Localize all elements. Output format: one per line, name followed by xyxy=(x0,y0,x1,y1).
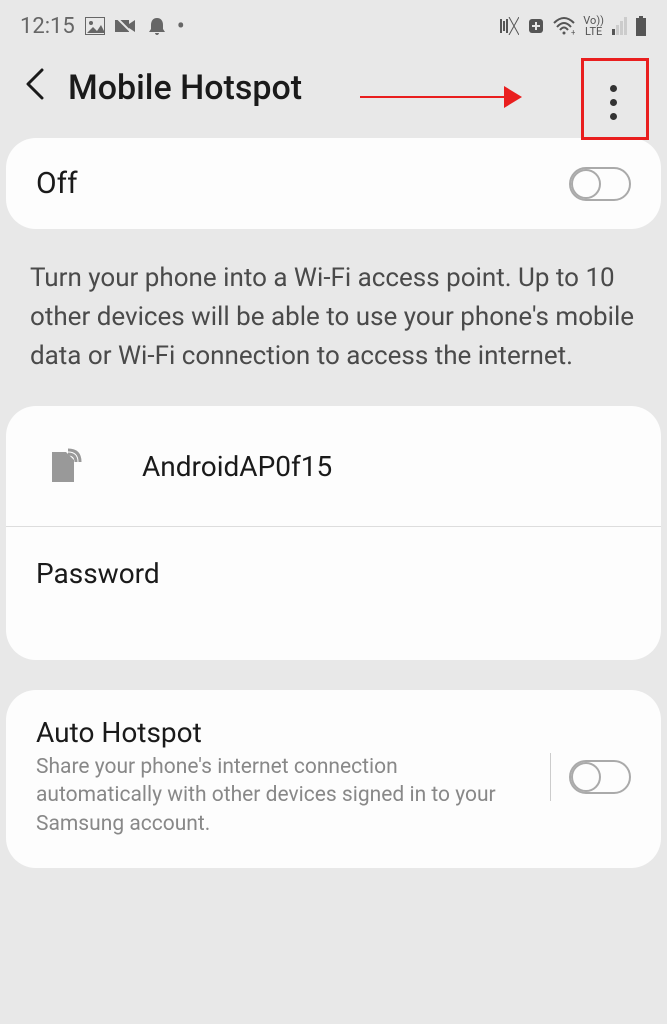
dot-icon: • xyxy=(177,12,185,40)
hotspot-toggle-switch[interactable] xyxy=(569,167,631,201)
auto-hotspot-title: Auto Hotspot xyxy=(36,716,532,749)
video-off-icon xyxy=(115,18,137,34)
page-title: Mobile Hotspot xyxy=(68,68,302,108)
data-saver-icon xyxy=(527,17,545,35)
auto-hotspot-toggle-switch[interactable] xyxy=(569,760,631,794)
volte-icon: Vo)) LTE xyxy=(583,15,604,37)
hotspot-info-card: AndroidAP0f15 Password xyxy=(6,406,661,660)
status-right: + Vo)) LTE xyxy=(499,15,647,37)
hotspot-toggle-row: Off xyxy=(36,166,631,201)
toggle-knob xyxy=(571,762,601,792)
vibrate-icon xyxy=(499,17,519,35)
auto-hotspot-description: Share your phone's internet connection a… xyxy=(36,753,532,838)
hotspot-icon xyxy=(46,446,86,486)
auto-hotspot-text[interactable]: Auto Hotspot Share your phone's internet… xyxy=(36,716,532,838)
wifi-icon: + xyxy=(553,17,575,35)
password-label: Password xyxy=(36,557,160,590)
hotspot-password-row[interactable]: Password xyxy=(6,527,661,660)
status-left: 12:15 • xyxy=(20,12,185,40)
hotspot-description: Turn your phone into a Wi-Fi access poin… xyxy=(0,249,667,406)
hotspot-name-row[interactable]: AndroidAP0f15 xyxy=(6,406,661,527)
header: Mobile Hotspot xyxy=(0,48,667,138)
status-bar: 12:15 • + Vo)) LTE xyxy=(0,0,667,48)
hotspot-toggle-card: Off xyxy=(6,138,661,229)
battery-icon xyxy=(635,16,647,36)
hotspot-toggle-label: Off xyxy=(36,166,78,201)
divider xyxy=(550,753,551,801)
more-vertical-icon xyxy=(610,85,617,120)
annotation-arrow-head xyxy=(504,86,522,108)
annotation-arrow-line xyxy=(360,96,510,98)
svg-text:+: + xyxy=(571,28,575,35)
status-time: 12:15 xyxy=(20,14,75,39)
auto-hotspot-card: Auto Hotspot Share your phone's internet… xyxy=(6,690,661,868)
image-icon xyxy=(85,17,105,35)
signal-icon xyxy=(612,17,627,35)
back-icon[interactable] xyxy=(24,68,44,108)
more-options-button[interactable] xyxy=(587,68,639,136)
hotspot-name: AndroidAP0f15 xyxy=(142,450,332,483)
toggle-knob xyxy=(571,169,601,199)
dnd-icon xyxy=(147,16,167,36)
